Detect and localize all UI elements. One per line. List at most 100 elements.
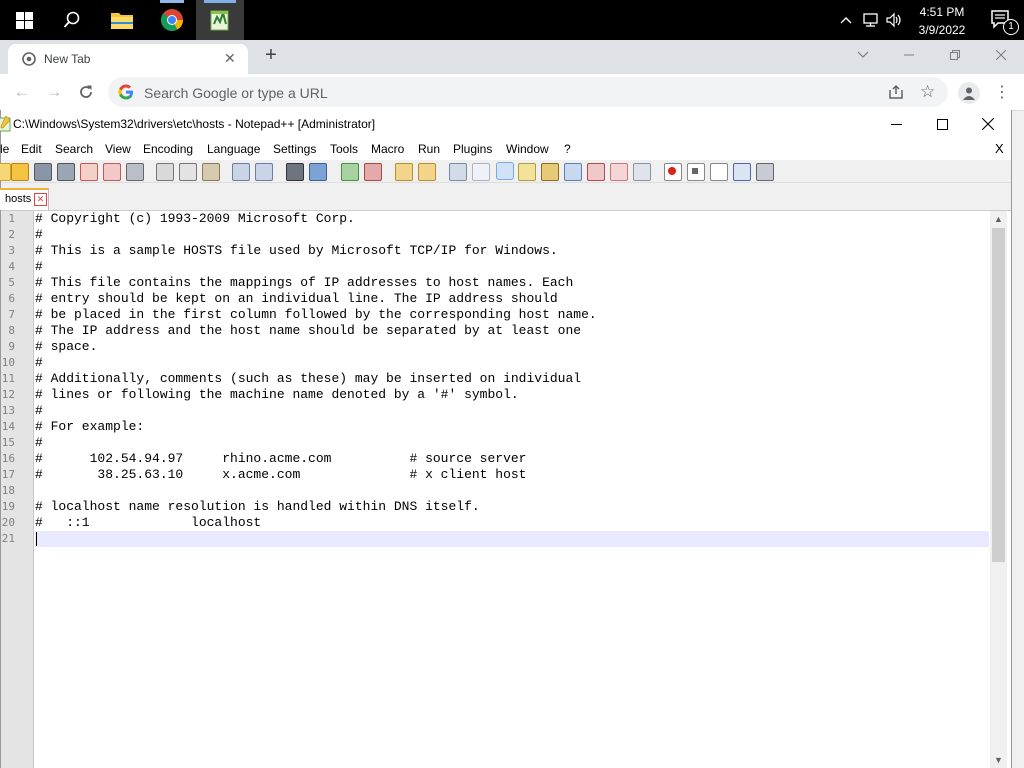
new-file-icon[interactable] (0, 163, 11, 181)
paste-icon[interactable] (202, 163, 220, 181)
tab-search-button[interactable] (840, 40, 886, 70)
print-icon[interactable] (126, 163, 144, 181)
find-icon[interactable] (286, 163, 304, 181)
close-tab-icon[interactable]: ✕ (34, 193, 47, 206)
menu-window[interactable]: Window (506, 142, 549, 156)
file-explorer-button[interactable] (98, 0, 146, 40)
document-list-icon[interactable] (564, 163, 582, 181)
show-all-characters-icon[interactable] (472, 163, 490, 181)
npp-minimize-button[interactable] (873, 110, 919, 138)
zoom-out-icon[interactable] (364, 163, 382, 181)
record-dot-icon (668, 167, 676, 175)
redo-icon[interactable] (255, 163, 273, 181)
menu-encoding[interactable]: Encoding (143, 142, 193, 156)
volume-button[interactable] (882, 0, 906, 40)
chrome-minimize-button[interactable] (886, 40, 932, 70)
macro-run-multiple-icon[interactable] (733, 163, 751, 181)
start-button[interactable] (0, 0, 48, 40)
copy-icon[interactable] (179, 163, 197, 181)
user-language-icon[interactable] (518, 163, 536, 181)
clock[interactable]: 4:51 PM 3/9/2022 (906, 1, 978, 39)
menu-bar: le Edit Search View Encoding Language Se… (0, 138, 1011, 160)
open-file-icon[interactable] (11, 163, 29, 181)
chrome-restore-button[interactable] (932, 40, 978, 70)
search-button[interactable] (48, 0, 96, 40)
show-hidden-icons-button[interactable] (834, 0, 858, 40)
code-line: # Additionally, comments (such as these)… (35, 371, 582, 386)
npp-close-button[interactable] (965, 110, 1011, 138)
function-list-icon[interactable] (587, 163, 605, 181)
action-center-button[interactable]: 1 (978, 0, 1024, 40)
code-line: # entry should be kept on an individual … (35, 291, 558, 306)
menu-run[interactable]: Run (418, 142, 440, 156)
scroll-up-arrow-icon[interactable]: ▲ (994, 214, 1003, 224)
omnibox[interactable]: ☆ (108, 77, 948, 107)
code-area[interactable]: # Copyright (c) 1993-2009 Microsoft Corp… (35, 211, 987, 768)
menu-help[interactable]: ? (564, 142, 571, 156)
chrome-close-button[interactable] (978, 40, 1024, 70)
cut-icon[interactable] (156, 163, 174, 181)
save-icon[interactable] (34, 163, 52, 181)
reload-button[interactable] (74, 80, 98, 104)
line-number: 8 (8, 324, 15, 337)
menu-edit[interactable]: Edit (21, 142, 42, 156)
menu-language[interactable]: Language (207, 142, 260, 156)
menu-search[interactable]: Search (55, 142, 93, 156)
notepadpp-taskbar-button[interactable] (196, 0, 244, 40)
close-file-icon[interactable] (80, 163, 98, 181)
document-map-icon[interactable] (541, 163, 559, 181)
share-icon[interactable] (888, 84, 904, 100)
network-button[interactable] (858, 0, 882, 40)
macro-record-icon[interactable] (664, 163, 682, 181)
monitoring-eye-icon[interactable] (633, 163, 651, 181)
profile-avatar[interactable] (958, 82, 980, 104)
menu-file[interactable]: le (0, 142, 9, 156)
bookmark-star-icon[interactable]: ☆ (920, 82, 935, 102)
chrome-menu-button[interactable]: ⋮ (994, 82, 1010, 102)
replace-icon[interactable] (309, 163, 327, 181)
word-wrap-icon[interactable] (449, 163, 467, 181)
menu-plugins[interactable]: Plugins (453, 142, 492, 156)
macro-save-icon[interactable] (756, 163, 774, 181)
zoom-in-icon[interactable] (341, 163, 359, 181)
close-tab-icon[interactable]: ✕ (224, 50, 236, 67)
menu-tools[interactable]: Tools (330, 142, 358, 156)
folder-as-workspace-icon[interactable] (610, 163, 628, 181)
omnibox-input[interactable] (142, 82, 866, 104)
undo-icon[interactable] (232, 163, 250, 181)
menu-macro[interactable]: Macro (371, 142, 404, 156)
editor[interactable]: 1 2 3 4 5 6 7 8 9 10 11 12 13 14 15 16 17 18 19 20 21 # Copy… (1, 211, 1011, 768)
sync-horizontal-icon[interactable] (418, 163, 436, 181)
save-all-icon[interactable] (57, 163, 75, 181)
code-line: # space. (35, 339, 98, 354)
chrome-taskbar-button[interactable] (148, 0, 196, 40)
line-number: 10 (1, 356, 15, 369)
google-g-icon (118, 84, 133, 100)
menu-view[interactable]: View (105, 142, 131, 156)
system-tray: 4:51 PM 3/9/2022 1 (834, 0, 1024, 40)
sync-vertical-icon[interactable] (395, 163, 413, 181)
close-document-button[interactable]: X (995, 141, 1004, 156)
back-button[interactable]: ← (10, 80, 34, 104)
new-tab-button[interactable]: + (260, 44, 282, 66)
notepadpp-app-icon (0, 116, 11, 132)
doc-tab-hosts[interactable]: hosts ✕ (0, 188, 49, 210)
close-all-icon[interactable] (103, 163, 121, 181)
menu-settings[interactable]: Settings (273, 142, 316, 156)
npp-maximize-button[interactable] (919, 110, 965, 138)
forward-button[interactable]: → (42, 80, 66, 104)
indent-guide-icon[interactable] (496, 162, 514, 180)
scroll-down-arrow-icon[interactable]: ▼ (994, 755, 1003, 765)
code-line: # 38.25.63.10 x.acme.com # x client host (35, 467, 527, 482)
windows-logo-icon (15, 11, 33, 29)
scrollbar-thumb[interactable] (992, 228, 1005, 562)
code-line: # (35, 259, 43, 274)
code-line: # For example: (35, 419, 145, 434)
vertical-scrollbar[interactable]: ▲ ▼ (990, 211, 1007, 768)
line-number-gutter: 1 2 3 4 5 6 7 8 9 10 11 12 13 14 15 16 17 18 19 20 21 (1, 211, 34, 768)
macro-play-icon[interactable] (710, 163, 728, 181)
macro-stop-icon[interactable] (687, 163, 705, 181)
folder-icon (111, 13, 133, 29)
notepadpp-title-bar[interactable]: C:\Windows\System32\drivers\etc\hosts - … (0, 110, 1011, 138)
chrome-tab-new-tab[interactable]: New Tab ✕ (8, 44, 248, 74)
